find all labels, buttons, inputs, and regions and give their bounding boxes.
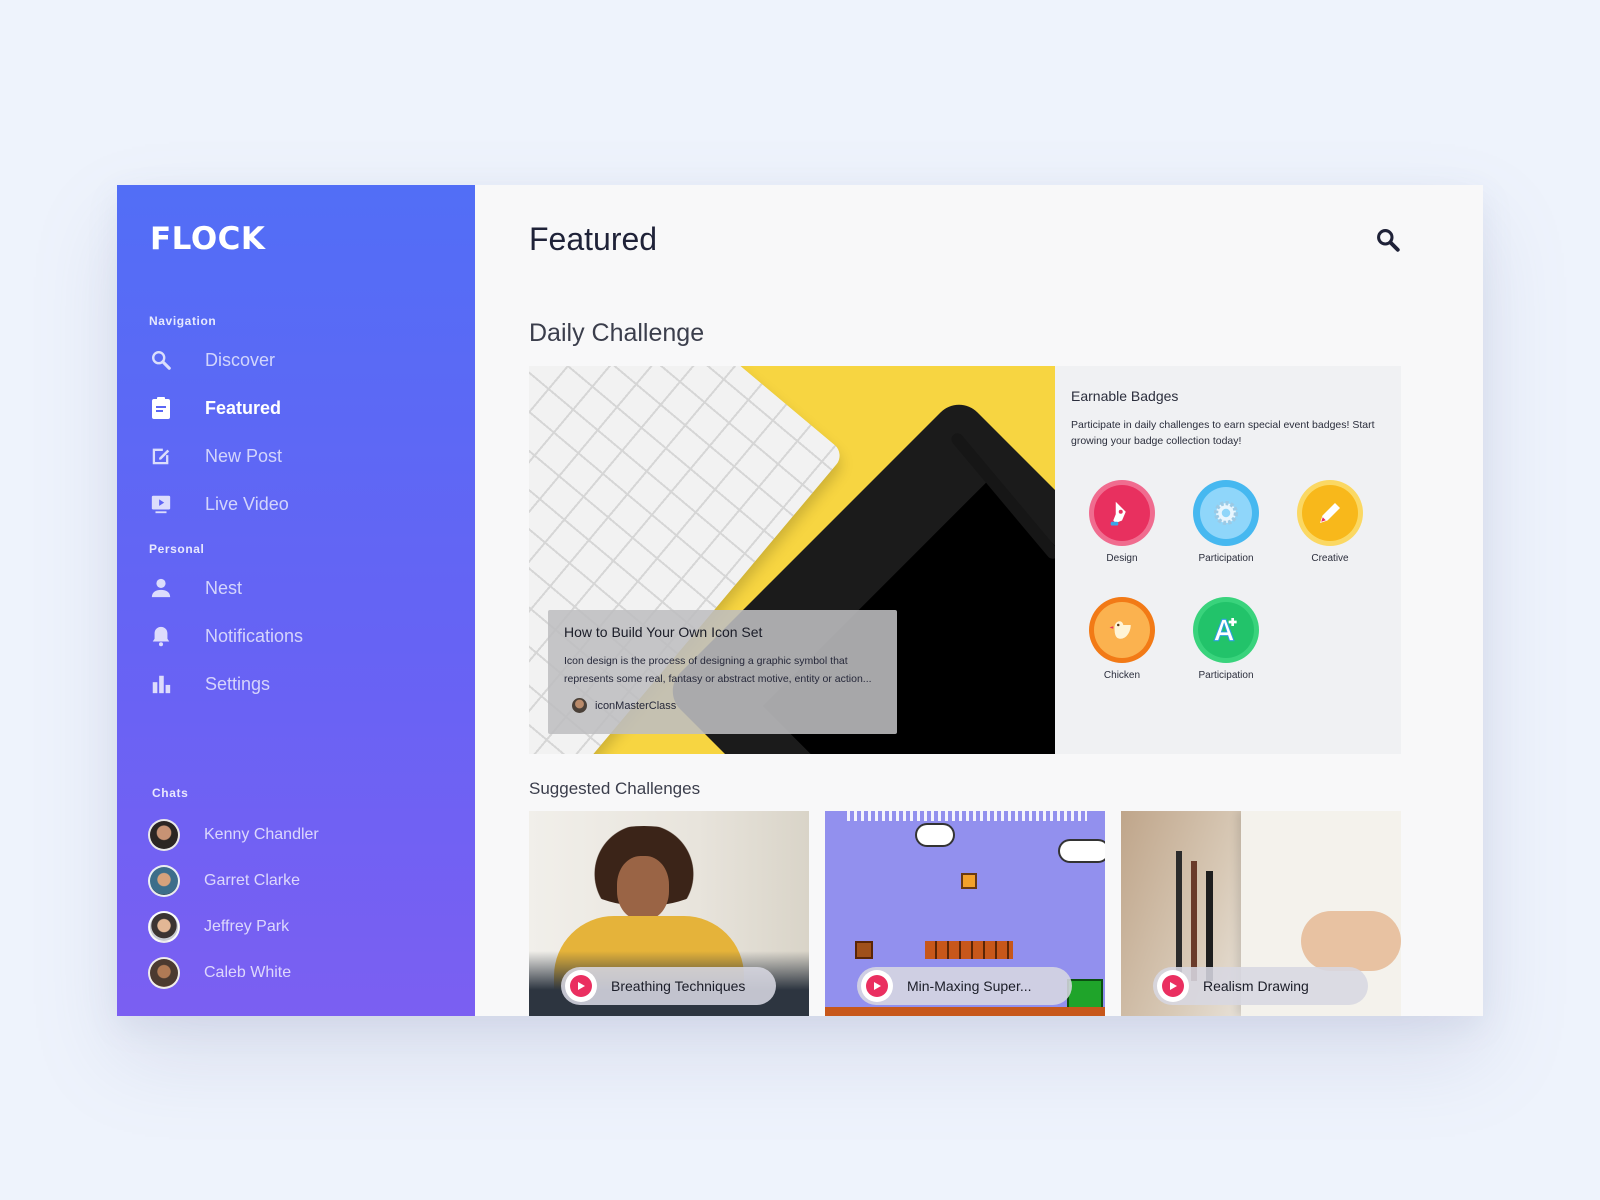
chats-section-label: Chats xyxy=(152,786,189,800)
sidebar-item-label: Discover xyxy=(205,349,276,370)
ground xyxy=(825,1007,1105,1016)
suggested-label: Breathing Techniques xyxy=(611,978,746,994)
sidebar-item-label: Live Video xyxy=(205,493,289,514)
pen-nib-icon xyxy=(1089,480,1155,546)
play-button[interactable] xyxy=(1157,970,1189,1002)
article-description: Icon design is the process of designing … xyxy=(564,655,872,685)
badge-creative[interactable]: Creative xyxy=(1285,480,1375,564)
edit-icon xyxy=(149,444,173,468)
avatar xyxy=(148,911,180,943)
badge-label: Design xyxy=(1106,553,1138,564)
badge-participation-a-plus[interactable]: Participation xyxy=(1181,597,1271,681)
sidebar-item-discover[interactable]: Discover xyxy=(149,345,449,375)
search-button[interactable] xyxy=(1375,227,1405,257)
suggested-label: Realism Drawing xyxy=(1203,978,1309,994)
block xyxy=(855,941,873,959)
sidebar-item-featured[interactable]: Featured xyxy=(149,393,449,423)
chicken-icon xyxy=(1089,597,1155,663)
page-title: Featured xyxy=(529,221,658,257)
bell-icon xyxy=(149,624,173,648)
article-card[interactable]: How to Build Your Own Icon Set Icon desi… xyxy=(548,610,897,734)
video-icon xyxy=(149,492,173,516)
pencil-icon xyxy=(1297,480,1363,546)
avatar xyxy=(148,819,180,851)
sidebar-item-nest[interactable]: Nest xyxy=(149,573,449,603)
bar-chart-icon xyxy=(149,672,173,696)
chat-item-jeffrey-park[interactable]: Jeffrey Park xyxy=(148,911,448,943)
chat-item-kenny-chandler[interactable]: Kenny Chandler xyxy=(148,819,448,851)
badge-label: Creative xyxy=(1311,553,1349,564)
suggested-card-min-maxing[interactable]: Min-Maxing Super... xyxy=(825,811,1105,1016)
a-plus-icon xyxy=(1193,597,1259,663)
chat-item-label: Kenny Chandler xyxy=(204,826,319,843)
play-icon xyxy=(570,975,592,997)
user-icon xyxy=(149,576,173,600)
search-icon xyxy=(1375,229,1401,257)
sidebar-item-notifications[interactable]: Notifications xyxy=(149,621,449,651)
suggested-pill[interactable]: Min-Maxing Super... xyxy=(857,967,1072,1005)
chat-item-garret-clarke[interactable]: Garret Clarke xyxy=(148,865,448,897)
game-score-text xyxy=(847,811,1087,821)
suggested-challenges-heading: Suggested Challenges xyxy=(529,779,701,798)
sidebar-item-new-post[interactable]: New Post xyxy=(149,441,449,471)
suggested-card-breathing[interactable]: Breathing Techniques xyxy=(529,811,809,1016)
avatar xyxy=(572,698,587,713)
play-button[interactable] xyxy=(861,970,893,1002)
sidebar-item-settings[interactable]: Settings xyxy=(149,669,449,699)
suggested-label: Min-Maxing Super... xyxy=(907,978,1032,994)
sidebar-item-label: Nest xyxy=(205,577,243,598)
sidebar-item-label: Notifications xyxy=(205,625,304,646)
hand-illustration xyxy=(1301,911,1401,971)
badges-panel: Earnable Badges Participate in daily cha… xyxy=(1055,366,1401,754)
cloud-illustration xyxy=(917,825,953,845)
personal-section-label: Personal xyxy=(149,542,205,556)
suggested-card-realism[interactable]: Realism Drawing xyxy=(1121,811,1401,1016)
avatar xyxy=(148,957,180,989)
badge-chicken[interactable]: Chicken xyxy=(1077,597,1167,681)
navigation-section-label: Navigation xyxy=(149,314,217,328)
cloud-illustration xyxy=(1060,841,1105,861)
app-window: FLOCK Navigation Discover Featured New P… xyxy=(117,185,1483,1016)
search-icon xyxy=(149,348,173,372)
play-button[interactable] xyxy=(565,970,597,1002)
pencil-illustration xyxy=(1176,851,1182,981)
sidebar: FLOCK Navigation Discover Featured New P… xyxy=(117,185,475,1016)
badge-label: Participation xyxy=(1198,670,1254,681)
chat-item-label: Garret Clarke xyxy=(204,872,301,889)
suggested-pill[interactable]: Realism Drawing xyxy=(1153,967,1368,1005)
app-logo[interactable]: FLOCK xyxy=(150,221,265,257)
article-author[interactable]: iconMasterClass xyxy=(564,698,881,713)
face-illustration xyxy=(617,856,669,920)
sidebar-item-label: Featured xyxy=(205,397,282,418)
chat-item-caleb-white[interactable]: Caleb White xyxy=(148,957,448,989)
play-icon xyxy=(866,975,888,997)
sidebar-item-label: Settings xyxy=(205,673,271,694)
badges-title: Earnable Badges xyxy=(1071,388,1179,404)
badges-description: Participate in daily challenges to earn … xyxy=(1071,419,1375,447)
play-icon xyxy=(1162,975,1184,997)
badge-participation-gear[interactable]: Participation xyxy=(1181,480,1271,564)
chat-item-label: Caleb White xyxy=(204,964,292,981)
article-title: How to Build Your Own Icon Set xyxy=(564,624,763,640)
question-block xyxy=(961,873,977,889)
article-author-name: iconMasterClass xyxy=(595,699,677,712)
sidebar-item-live-video[interactable]: Live Video xyxy=(149,489,449,519)
avatar xyxy=(148,865,180,897)
suggested-pill[interactable]: Breathing Techniques xyxy=(561,967,776,1005)
daily-challenge-image[interactable]: How to Build Your Own Icon Set Icon desi… xyxy=(529,366,1055,754)
badge-label: Participation xyxy=(1198,553,1254,564)
daily-challenge-heading: Daily Challenge xyxy=(529,319,705,347)
sidebar-item-label: New Post xyxy=(205,445,283,466)
gear-icon xyxy=(1193,480,1259,546)
chat-item-label: Jeffrey Park xyxy=(204,918,290,935)
pencil-illustration xyxy=(1191,861,1197,981)
pencil-illustration xyxy=(1206,871,1213,981)
badge-label: Chicken xyxy=(1103,670,1141,681)
brick-row xyxy=(925,941,1013,959)
main-content: Featured Daily Challenge How to Build Yo… xyxy=(475,185,1483,1016)
clipboard-icon xyxy=(149,396,173,420)
badge-design[interactable]: Design xyxy=(1077,480,1167,564)
daily-challenge-card: How to Build Your Own Icon Set Icon desi… xyxy=(529,366,1401,754)
